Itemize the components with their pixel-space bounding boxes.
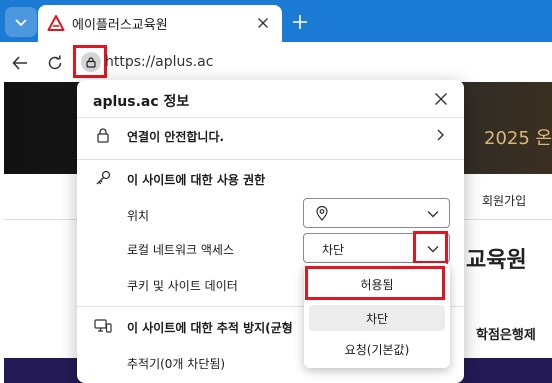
key-icon xyxy=(94,169,112,187)
location-label: 위치 xyxy=(127,209,150,223)
location-pin-icon xyxy=(316,205,328,221)
site-favicon-icon xyxy=(47,15,65,31)
trackers-count[interactable]: 추적기(0개 차단됨) xyxy=(127,355,225,372)
close-icon xyxy=(258,18,268,28)
cookies-label[interactable]: 쿠키 및 사이트 데이터 xyxy=(127,277,238,294)
divider xyxy=(77,117,464,118)
tab-strip: 에이플러스교육원 xyxy=(0,0,552,42)
local-network-label: 로컬 네트워크 액세스 xyxy=(127,243,234,257)
join-link[interactable]: 회원가입 xyxy=(482,192,526,209)
option-blocked[interactable]: 차단 xyxy=(309,305,445,331)
address-toolbar: https://aplus.ac xyxy=(0,42,552,82)
location-select[interactable] xyxy=(303,198,450,228)
new-tab-button[interactable] xyxy=(288,10,312,34)
refresh-icon xyxy=(48,55,62,70)
popup-title: aplus.ac 정보 xyxy=(93,94,190,110)
connection-status: 연결이 안전합니다. xyxy=(127,130,225,144)
highlight-allowed-box xyxy=(305,266,445,300)
divider xyxy=(77,159,464,160)
url-text[interactable]: https://aplus.ac xyxy=(105,54,213,70)
highlight-lock-box xyxy=(73,45,107,78)
chevron-right-icon xyxy=(437,129,444,141)
plus-icon xyxy=(293,15,307,29)
tracking-prevention-icon xyxy=(94,317,112,335)
back-button[interactable] xyxy=(7,50,33,76)
page-logo-text: 교육원 xyxy=(466,248,527,273)
tab-title: 에이플러스교육원 xyxy=(72,18,168,33)
banner-text: 2025 온 xyxy=(484,128,552,149)
close-icon xyxy=(435,93,447,105)
highlight-chevron-box xyxy=(413,231,448,264)
popup-close-button[interactable] xyxy=(430,88,452,110)
tab-actions-button[interactable] xyxy=(5,7,37,37)
page-menu-item[interactable]: 학점은행제 xyxy=(476,324,536,343)
chevron-down-icon xyxy=(425,206,441,222)
local-network-value: 차단 xyxy=(322,243,345,257)
tab-close-button[interactable] xyxy=(253,13,273,33)
active-tab[interactable]: 에이플러스교육원 xyxy=(38,5,282,42)
tracking-heading: 이 사이트에 대한 추적 방지(균형 xyxy=(127,321,293,335)
option-ask-default[interactable]: 요청(기본값) xyxy=(309,336,445,362)
permissions-heading: 이 사이트에 대한 사용 권한 xyxy=(127,173,266,187)
chevron-down-icon xyxy=(15,19,27,27)
lock-icon xyxy=(94,126,112,144)
arrow-left-icon xyxy=(12,56,27,70)
refresh-button[interactable] xyxy=(42,50,68,76)
